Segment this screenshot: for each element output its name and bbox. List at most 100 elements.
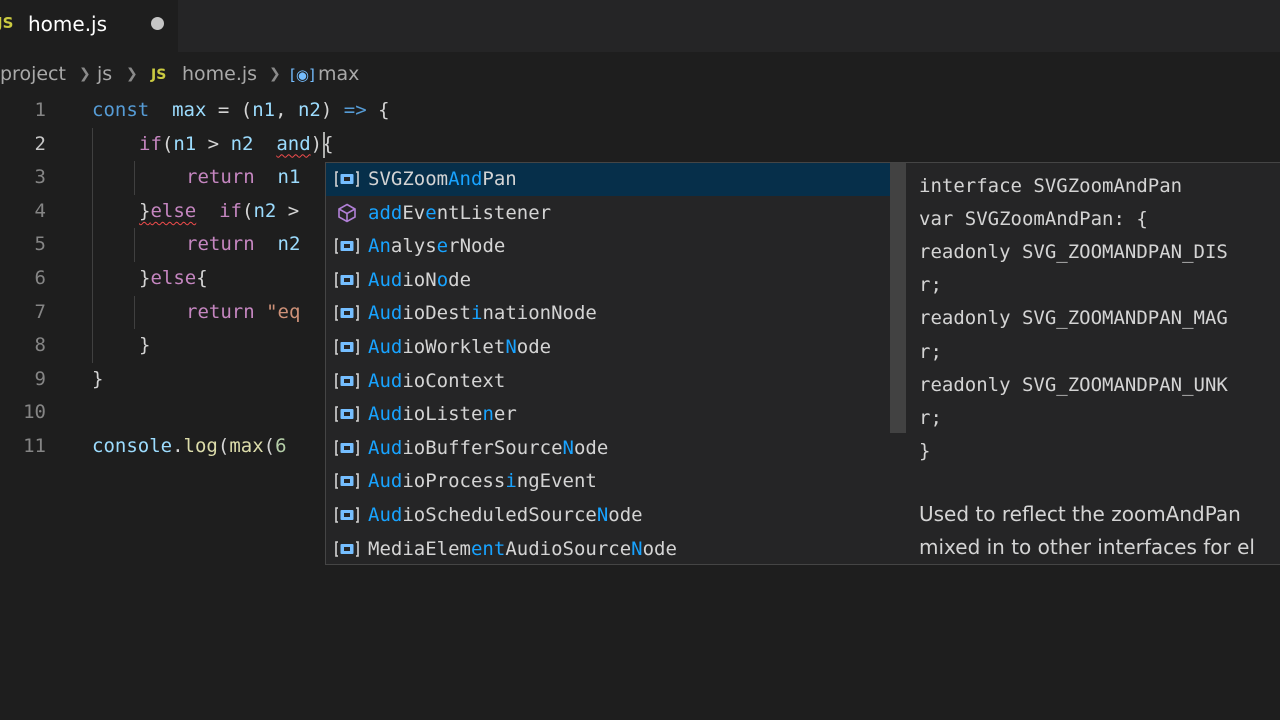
code-line[interactable]: 1 const max = (n1, n2) => { <box>0 94 1280 127</box>
code-text: }else{ <box>139 262 208 295</box>
variable-icon: [◉] <box>290 66 315 84</box>
line-number: 11 <box>23 435 46 457</box>
suggest-item-label: MediaElementAudioSourceNode <box>368 537 677 560</box>
code-token: ) <box>320 99 344 121</box>
code-token: and <box>276 132 311 155</box>
interface-icon <box>335 371 359 391</box>
suggest-scrollbar[interactable] <box>890 163 906 433</box>
code-token: ( <box>242 199 254 222</box>
details-signature-line: readonly SVG_ZOOMANDPAN_UNK <box>919 373 1228 396</box>
suggest-label-part: Pan <box>482 168 517 190</box>
code-token: else <box>150 267 197 289</box>
details-signature-line: var SVGZoomAndPan: { <box>919 208 1148 231</box>
suggest-label-part: SVGZoom <box>368 168 449 190</box>
suggest-item-label: AudioWorkletNode <box>368 336 552 358</box>
suggest-item-label: AnalyserNode <box>368 235 506 258</box>
breadcrumb-item-symbol[interactable]: max <box>318 63 359 85</box>
code-text: if(n1 > n2 and){ <box>139 128 334 161</box>
indent-guide <box>134 228 135 262</box>
suggest-item[interactable]: AudioScheduledSourceNode <box>326 499 890 532</box>
suggest-item[interactable]: AudioNode <box>326 264 890 297</box>
breadcrumb-item-file[interactable]: home.js <box>182 63 257 85</box>
code-token: return <box>186 300 255 323</box>
code-line[interactable]: 2 if(n1 > n2 and){ <box>0 128 1280 161</box>
code-text: } <box>92 363 103 396</box>
suggest-item-label: AudioScheduledSourceNode <box>368 504 643 526</box>
suggest-item[interactable]: AnalyserNode <box>326 230 890 263</box>
code-token: n2 <box>277 233 301 256</box>
code-token: { <box>196 267 208 289</box>
suggest-item[interactable]: AudioWorkletNode <box>326 331 890 364</box>
code-token: n1 <box>173 132 197 155</box>
interface-icon <box>335 539 359 559</box>
code-token: { <box>366 99 390 121</box>
details-signature-line: r; <box>919 340 942 363</box>
interface-icon <box>335 337 359 357</box>
chevron-right-icon: ❯ <box>79 66 91 82</box>
line-number: 5 <box>34 233 46 256</box>
breadcrumb-item-project[interactable]: project <box>0 63 66 85</box>
details-signature-line: } <box>919 439 931 462</box>
code-token: n2 <box>253 199 277 222</box>
suggest-item[interactable]: AudioContext <box>326 365 890 398</box>
breadcrumb-item-js[interactable]: js <box>97 63 112 85</box>
interface-icon <box>335 438 359 458</box>
suggest-item[interactable]: MediaElementAudioSourceNode <box>326 533 890 564</box>
javascript-file-icon: JS <box>151 67 167 83</box>
details-signature-line: r; <box>919 274 942 297</box>
suggest-item[interactable]: AudioDestinationNode <box>326 297 890 330</box>
code-token: if <box>219 199 242 222</box>
code-token: ( <box>263 435 276 457</box>
code-token: "eq <box>266 300 301 323</box>
method-cube-icon <box>335 203 359 223</box>
suggest-widget[interactable]: SVGZoomAndPan addEventListener AnalyserNod… <box>325 162 906 565</box>
details-doc-line: mixed in to other interfaces for el <box>919 535 1255 559</box>
details-signature-line: readonly SVG_ZOOMANDPAN_DIS <box>919 241 1228 264</box>
suggest-item-label: AudioProcessingEvent <box>368 470 597 493</box>
code-token: = ( <box>206 99 253 121</box>
tab-home-js[interactable]: JS home.js <box>0 0 178 52</box>
suggest-item[interactable]: AudioProcessingEvent <box>326 465 890 498</box>
code-token: } <box>139 334 151 357</box>
line-number: 9 <box>34 367 46 390</box>
code-token: max <box>229 435 264 457</box>
suggest-item-label: AudioBufferSourceNode <box>368 436 609 459</box>
code-token: return <box>186 166 255 189</box>
code-token: n2 <box>297 99 321 121</box>
line-number: 2 <box>34 132 46 155</box>
unsaved-dot-icon[interactable] <box>151 17 164 30</box>
line-number: 4 <box>34 199 46 222</box>
line-number: 6 <box>34 267 46 289</box>
code-token: . <box>172 435 184 457</box>
interface-icon <box>335 471 359 491</box>
suggest-item[interactable]: addEventListener <box>326 197 890 230</box>
indent-guide <box>134 295 135 330</box>
details-signature-line: r; <box>919 406 942 429</box>
code-token: n1 <box>252 99 276 121</box>
line-number: 10 <box>23 401 46 424</box>
code-token: , <box>275 99 298 121</box>
code-text: }else if(n2 > <box>139 195 299 228</box>
suggest-item[interactable]: SVGZoomAndPan <box>326 163 890 196</box>
code-token: 6 <box>275 435 287 457</box>
code-token: n2 <box>230 132 254 155</box>
chevron-right-icon: ❯ <box>269 66 281 82</box>
details-signature-line: interface SVGZoomAndPan <box>919 175 1183 197</box>
suggest-details-pane: interface SVGZoomAndPan var SVGZoomAndPan… <box>906 162 1280 565</box>
suggest-item[interactable]: AudioBufferSourceNode <box>326 432 890 465</box>
line-number: 3 <box>34 166 46 189</box>
suggest-item[interactable]: AudioListener <box>326 398 890 431</box>
suggest-item-label: AudioDestinationNode <box>368 302 597 325</box>
interface-icon <box>335 270 359 290</box>
code-token: => <box>343 99 367 121</box>
tab-label: home.js <box>28 12 108 36</box>
code-token: ( <box>217 435 230 457</box>
code-text: const max = (n1, n2) => { <box>92 94 390 127</box>
indent-guide <box>92 127 93 363</box>
suggest-item-label: AudioListener <box>368 403 517 426</box>
